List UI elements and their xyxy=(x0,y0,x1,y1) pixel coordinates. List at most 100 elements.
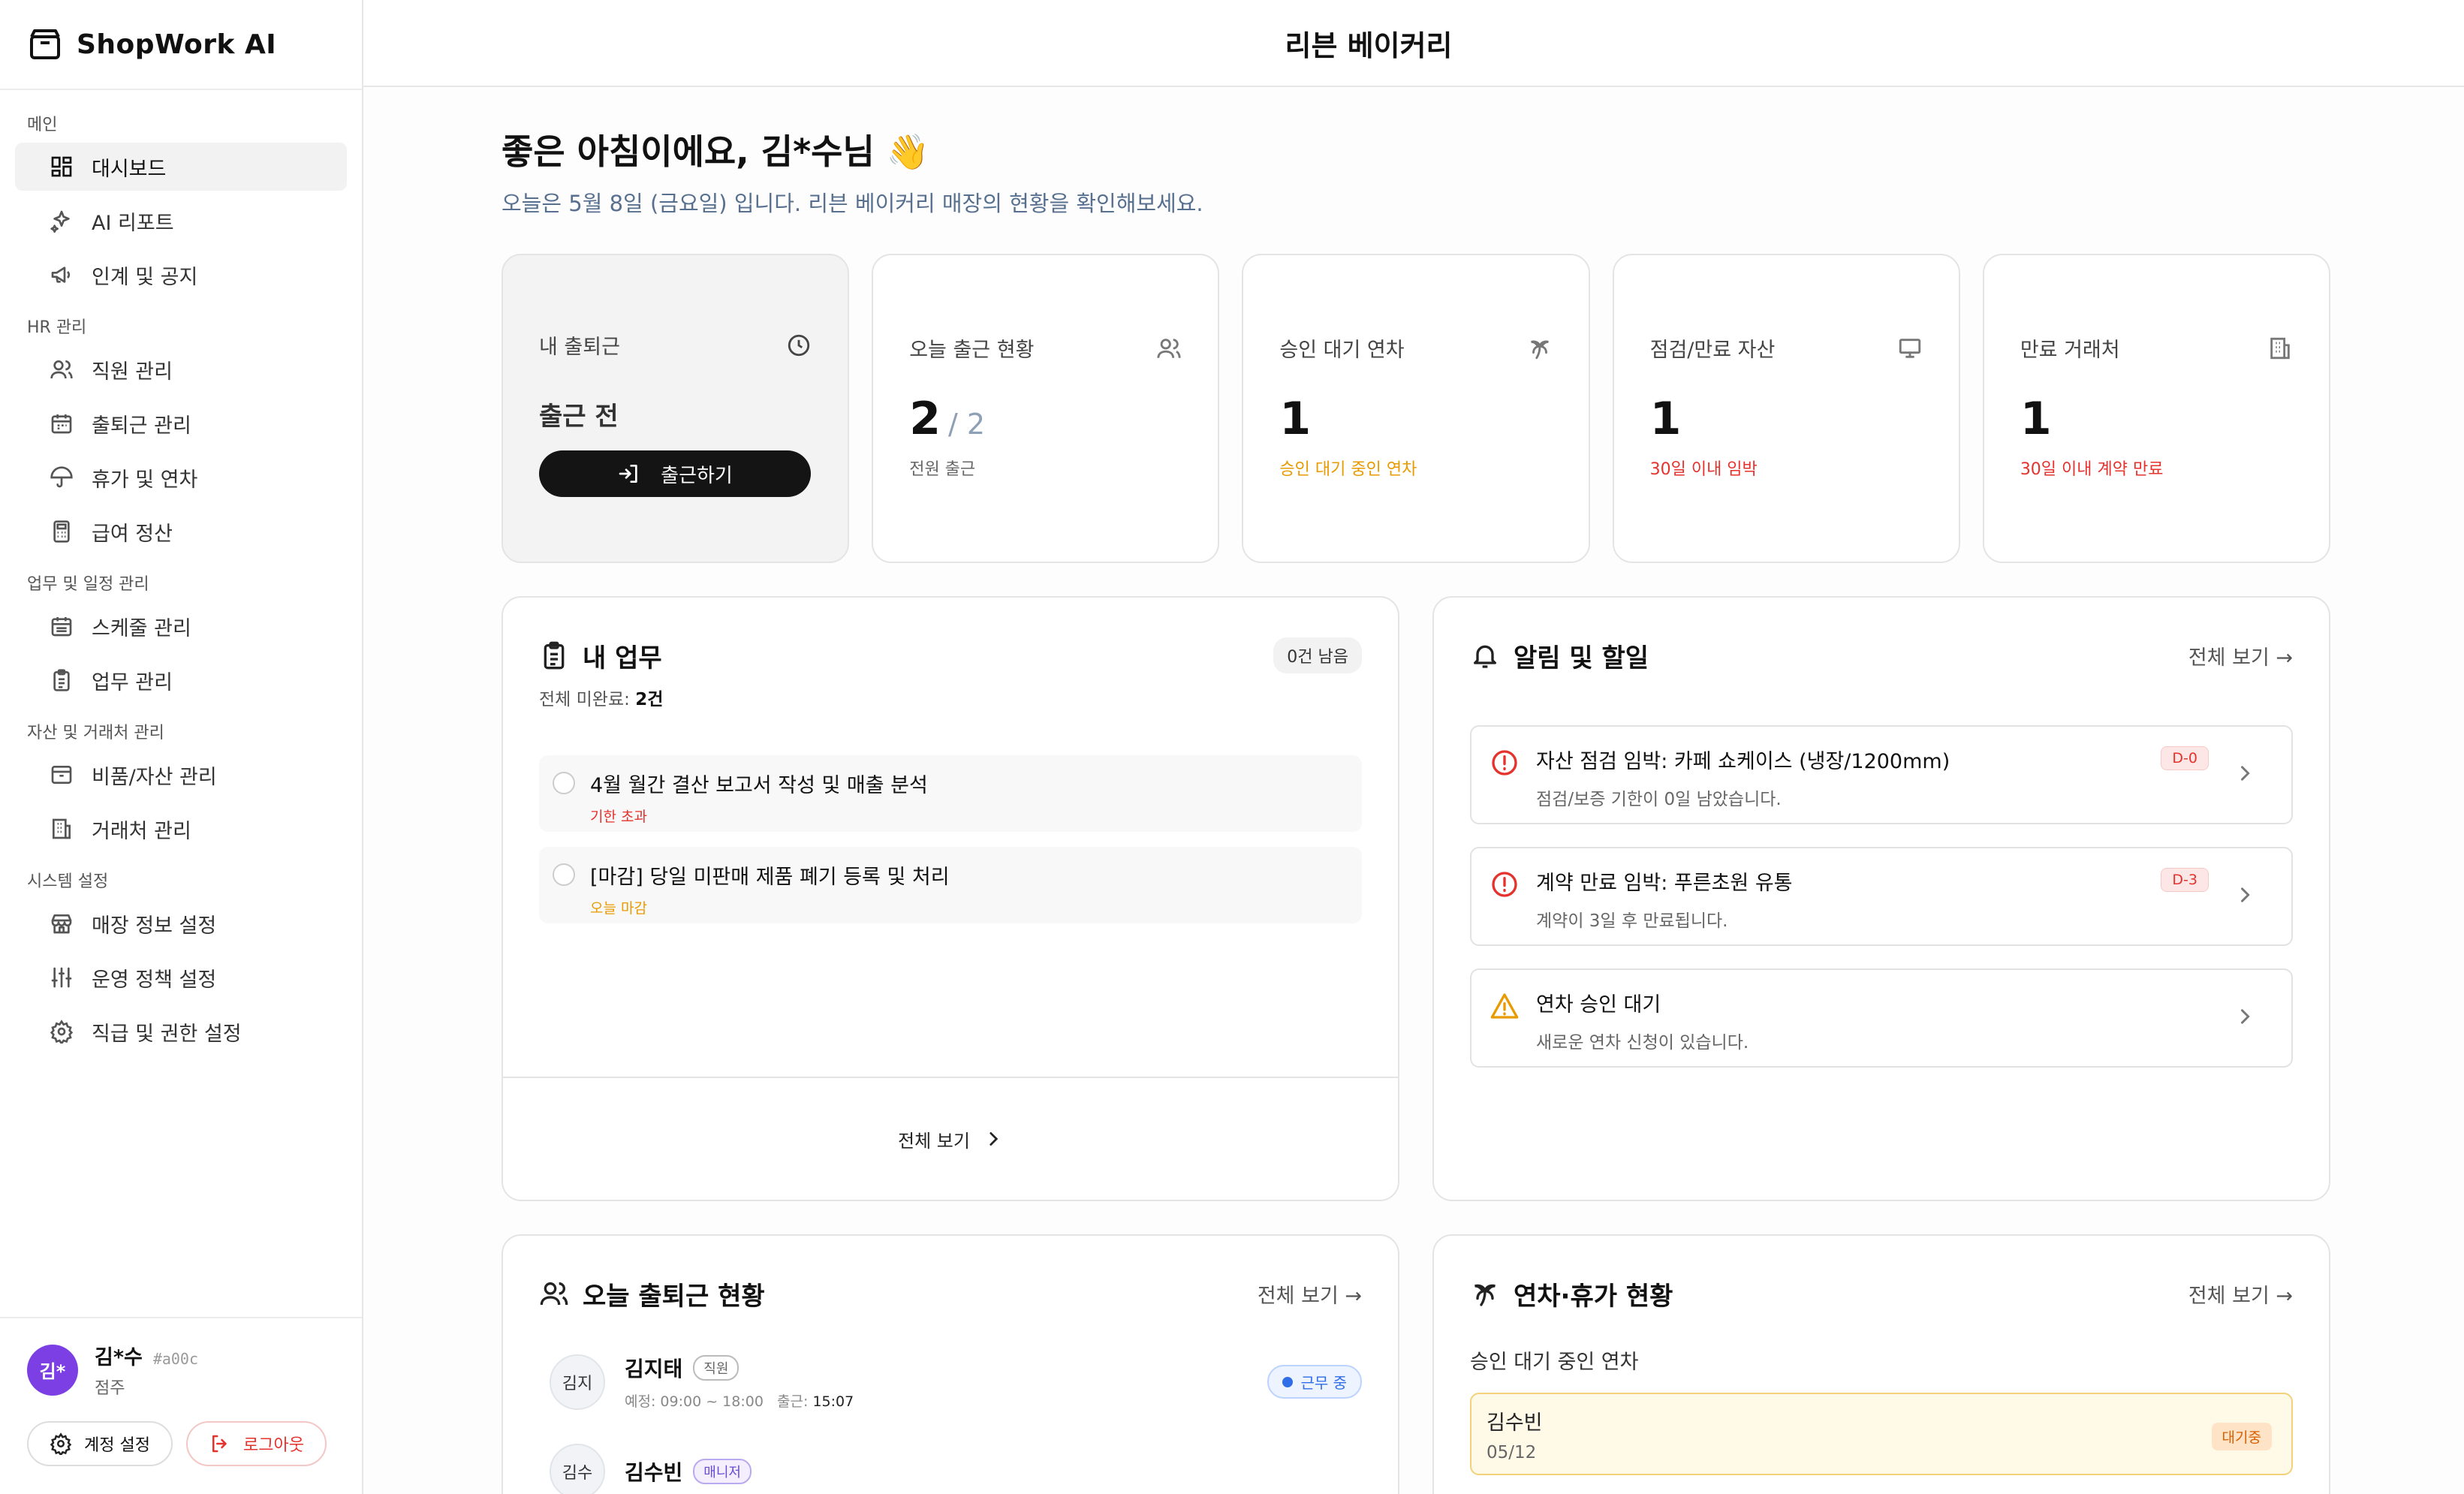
alerts-view-all-link[interactable]: 전체 보기 → xyxy=(2188,641,2293,670)
sidebar-item-vendors[interactable]: 거래처 관리 xyxy=(15,805,347,853)
sidebar-item-handover[interactable]: 인계 및 공지 xyxy=(15,251,347,299)
chevron-right-icon xyxy=(990,1132,999,1146)
employee-schedule: 예정: 09:00 ~ 18:00 출근: 15:07 xyxy=(625,1393,854,1410)
deadline-badge: D-3 xyxy=(2161,868,2209,892)
building-icon xyxy=(2270,337,2290,359)
panel-title: 알림 및 할일 xyxy=(1514,643,1649,673)
sidebar-item-label: AI 리포트 xyxy=(92,211,174,235)
pending-leave-stat-card[interactable]: 승인 대기 연차 1 승인 대기 중인 연차 xyxy=(1242,254,1590,563)
tasks-view-all-button[interactable]: 전체 보기 xyxy=(503,1077,1398,1200)
user-role: 점주 xyxy=(95,1379,125,1398)
asset-count: 1 xyxy=(1649,393,1682,445)
user-name: 김*수 xyxy=(95,1346,143,1369)
attendance-view-all-link[interactable]: 전체 보기 → xyxy=(1258,1279,1362,1309)
chevron-right-icon xyxy=(2241,887,2250,902)
leave-view-all-link[interactable]: 전체 보기 → xyxy=(2188,1279,2293,1309)
role-badge: 직원 xyxy=(693,1355,740,1381)
umbrella-icon xyxy=(50,466,73,488)
sidebar-item-tasks[interactable]: 업무 관리 xyxy=(15,656,347,704)
sidebar: ShopWork AI 메인 대시보드 AI 리포트 인계 및 공지 HR 관리… xyxy=(0,0,363,1494)
vendor-count: 1 xyxy=(2020,393,2052,445)
sidebar-item-attendance[interactable]: 출퇴근 관리 xyxy=(15,399,347,447)
task-checkbox[interactable] xyxy=(553,772,575,794)
user-profile[interactable]: 김* 김*수 #a00c 점주 xyxy=(27,1341,335,1399)
alert-item[interactable]: 연차 승인 대기 새로운 연차 신청이 있습니다. xyxy=(1470,968,2293,1068)
sidebar-item-employees[interactable]: 직원 관리 xyxy=(15,345,347,393)
account-settings-button[interactable]: 계정 설정 xyxy=(27,1421,173,1466)
alert-title: 계약 만료 임박: 푸른초원 유통 xyxy=(1536,872,1793,895)
panel-title: 내 업무 xyxy=(583,643,662,673)
alert-circle-icon xyxy=(1492,750,1517,776)
task-title: 4월 월간 결산 보고서 작성 및 매출 분석 xyxy=(590,774,928,797)
pending-leave-count: 1 xyxy=(1279,393,1312,445)
task-checkbox[interactable] xyxy=(553,863,575,886)
asset-note: 30일 이내 임박 xyxy=(1649,460,1758,479)
attendance-stat-card[interactable]: 오늘 출근 현황 2/ 2 전원 출근 xyxy=(872,254,1220,563)
alert-title: 자산 점검 임박: 카페 쇼케이스 (냉장/1200mm) xyxy=(1536,750,1950,773)
employee-name: 김지태 xyxy=(625,1357,683,1381)
sidebar-item-label: 휴가 및 연차 xyxy=(92,468,198,492)
chevron-right-icon xyxy=(2241,1009,2250,1024)
users-icon xyxy=(1157,338,1181,358)
logout-button[interactable]: 로그아웃 xyxy=(185,1421,327,1466)
alert-circle-icon xyxy=(1492,872,1517,897)
sidebar-item-dashboard[interactable]: 대시보드 xyxy=(15,143,347,191)
palm-tree-icon xyxy=(1530,340,1549,359)
sidebar-item-label: 급여 정산 xyxy=(92,522,173,546)
sidebar-item-label: 인계 및 공지 xyxy=(92,265,198,289)
task-item[interactable]: [마감] 당일 미판매 제품 폐기 등록 및 처리 오늘 마감 xyxy=(539,847,1362,923)
user-code: #a00c xyxy=(152,1350,199,1368)
task-tag: 기한 초과 xyxy=(590,809,647,825)
calculator-icon xyxy=(53,520,70,543)
brand-name: ShopWork AI xyxy=(77,29,277,60)
clipboard-icon xyxy=(53,669,70,691)
sidebar-item-label: 대시보드 xyxy=(92,157,167,181)
attendance-note: 전원 출근 xyxy=(909,460,976,479)
alert-item[interactable]: 계약 만료 임박: 푸른초원 유통 계약이 3일 후 만료됩니다. D-3 xyxy=(1470,847,2293,946)
sparkles-icon xyxy=(50,210,70,233)
status-dot xyxy=(1282,1376,1294,1387)
greeting-title: 좋은 아침이에요, 김*수님 👋 xyxy=(502,131,930,172)
panel-title: 연차·휴가 현황 xyxy=(1514,1281,1673,1312)
sidebar-item-inventory[interactable]: 비품/자산 관리 xyxy=(15,751,347,799)
alert-item[interactable]: 자산 점검 임박: 카페 쇼케이스 (냉장/1200mm) 점검/보증 기한이 … xyxy=(1470,725,2293,824)
sliders-icon xyxy=(51,967,72,988)
asset-stat-card[interactable]: 점검/만료 자산 1 30일 이내 임박 xyxy=(1612,254,1960,563)
clock-status: 출근 전 xyxy=(539,402,619,432)
attendance-total: / 2 xyxy=(947,408,986,441)
status-badge: 대기중 xyxy=(2211,1423,2272,1450)
calendar-icon xyxy=(51,414,72,434)
logout-icon xyxy=(212,1435,227,1453)
sidebar-item-label: 직급 및 권한 설정 xyxy=(92,1022,242,1046)
table-row[interactable]: 김지 김지태 직원 예정: 09:00 ~ 18:00 출근: 15:07 근무… xyxy=(503,1353,1398,1411)
sidebar-item-schedule[interactable]: 스케줄 관리 xyxy=(15,602,347,650)
my-tasks-panel: 내 업무 0건 남음 전체 미완료: 2건 4월 월간 결산 보고서 작성 및 … xyxy=(502,596,1399,1201)
clock-card-title: 내 출퇴근 xyxy=(539,336,620,359)
status-badge: 근무 중 xyxy=(1267,1365,1362,1399)
vendor-stat-card[interactable]: 만료 거래처 1 30일 이내 계약 만료 xyxy=(1982,254,2331,563)
brand[interactable]: ShopWork AI xyxy=(0,0,362,90)
sidebar-item-label: 업무 관리 xyxy=(92,670,173,694)
sidebar-item-role-settings[interactable]: 직급 및 권한 설정 xyxy=(15,1008,347,1056)
alert-desc: 새로운 연차 신청이 있습니다. xyxy=(1536,1033,1749,1053)
monitor-icon xyxy=(1899,338,1920,358)
task-item[interactable]: 4월 월간 결산 보고서 작성 및 매출 분석 기한 초과 xyxy=(539,755,1362,832)
leave-date: 05/12 xyxy=(1487,1443,1537,1462)
clock-in-button[interactable]: 출근하기 xyxy=(539,450,811,497)
table-row[interactable]: 김수 김수빈 매니저 xyxy=(503,1444,1398,1494)
sidebar-item-policy-settings[interactable]: 운영 정책 설정 xyxy=(15,953,347,1002)
employee-name: 김수빈 xyxy=(625,1460,683,1485)
task-tag: 오늘 마감 xyxy=(590,900,647,917)
sidebar-item-leave[interactable]: 휴가 및 연차 xyxy=(15,453,347,502)
palm-tree-icon xyxy=(1474,1284,1496,1306)
nav-section-system: 시스템 설정 xyxy=(27,872,109,891)
sidebar-item-payroll[interactable]: 급여 정산 xyxy=(15,508,347,556)
sidebar-item-store-settings[interactable]: 매장 정보 설정 xyxy=(15,899,347,947)
store-icon xyxy=(51,914,72,934)
sidebar-item-label: 출퇴근 관리 xyxy=(92,414,191,438)
sidebar-item-label: 비품/자산 관리 xyxy=(92,765,217,789)
leave-request-card[interactable]: 김수빈 05/12 대기중 xyxy=(1470,1393,2293,1475)
tasks-remaining-badge: 0건 남음 xyxy=(1273,637,1362,673)
sidebar-item-ai-report[interactable]: AI 리포트 xyxy=(15,197,347,245)
dashboard-icon xyxy=(51,156,72,177)
